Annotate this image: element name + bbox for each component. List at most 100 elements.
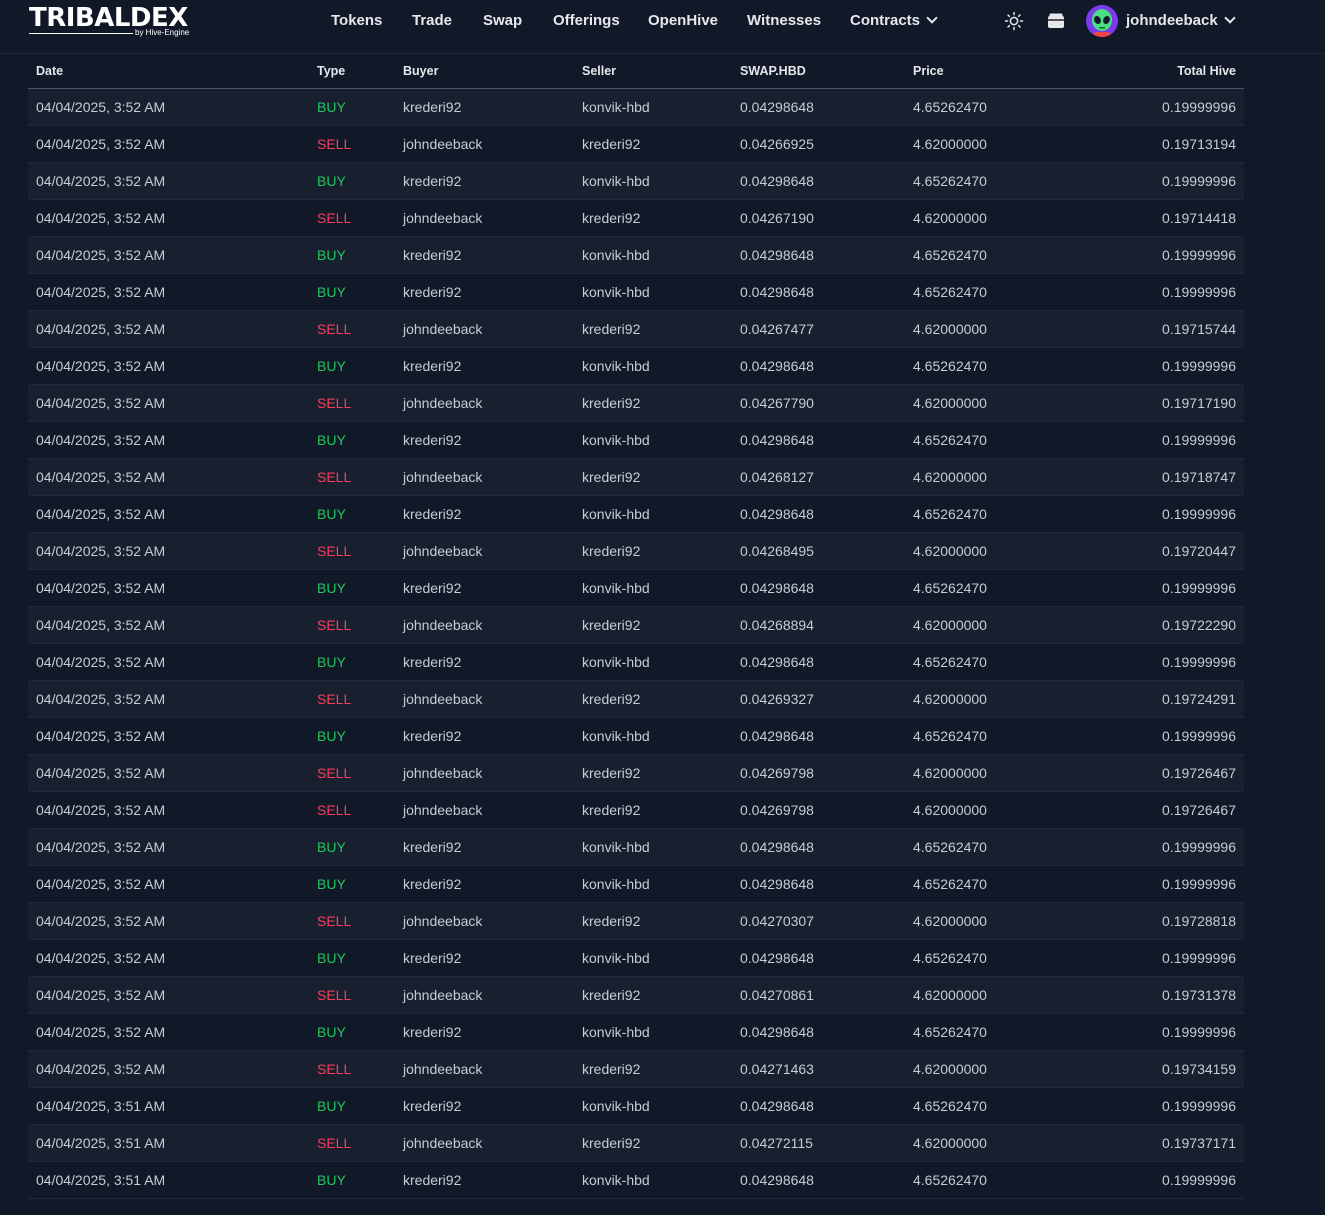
seller-cell[interactable]: konvik-hbd bbox=[574, 1013, 732, 1051]
buyer-cell[interactable]: krederi92 bbox=[395, 1013, 574, 1051]
seller-cell[interactable]: krederi92 bbox=[574, 1050, 732, 1088]
column-header-seller[interactable]: Seller bbox=[574, 54, 732, 89]
price-cell: 4.65262470 bbox=[905, 643, 1086, 681]
buyer-cell[interactable]: johndeeback bbox=[395, 606, 574, 644]
seller-cell[interactable]: krederi92 bbox=[574, 125, 732, 163]
buyer-cell[interactable]: krederi92 bbox=[395, 569, 574, 607]
table-row: 04/04/2025, 3:52 AM SELL johndeeback kreder… bbox=[28, 680, 1244, 718]
sun-icon[interactable] bbox=[1004, 11, 1024, 31]
wallet-icon[interactable] bbox=[1046, 11, 1066, 31]
total-hive-cell: 0.19999996 bbox=[1086, 88, 1244, 126]
table-row: 04/04/2025, 3:52 AM BUY krederi92 konvik-hb… bbox=[28, 88, 1244, 126]
seller-cell[interactable]: krederi92 bbox=[574, 791, 732, 829]
seller-cell[interactable]: krederi92 bbox=[574, 384, 732, 422]
buyer-cell[interactable]: krederi92 bbox=[395, 236, 574, 274]
buyer-cell[interactable]: krederi92 bbox=[395, 717, 574, 755]
nav-tokens[interactable]: Tokens bbox=[331, 12, 382, 29]
column-header-price[interactable]: Price bbox=[905, 54, 1086, 89]
price-cell: 4.62000000 bbox=[905, 1050, 1086, 1088]
tribaldex-logo[interactable]: TRIBALDEX by Hive-Engine bbox=[29, 3, 191, 39]
buyer-cell[interactable]: johndeeback bbox=[395, 976, 574, 1014]
buyer-cell[interactable]: krederi92 bbox=[395, 347, 574, 385]
seller-cell[interactable]: konvik-hbd bbox=[574, 495, 732, 533]
buyer-cell[interactable]: johndeeback bbox=[395, 199, 574, 237]
buyer-cell[interactable]: johndeeback bbox=[395, 125, 574, 163]
buyer-cell[interactable]: johndeeback bbox=[395, 902, 574, 940]
seller-cell[interactable]: konvik-hbd bbox=[574, 569, 732, 607]
buyer-cell[interactable]: johndeeback bbox=[395, 680, 574, 718]
seller-cell[interactable]: konvik-hbd bbox=[574, 865, 732, 903]
nav-openhive[interactable]: OpenHive bbox=[648, 12, 718, 29]
seller-cell[interactable]: konvik-hbd bbox=[574, 828, 732, 866]
buyer-cell[interactable]: krederi92 bbox=[395, 865, 574, 903]
buyer-cell[interactable]: krederi92 bbox=[395, 828, 574, 866]
buyer-cell[interactable]: krederi92 bbox=[395, 1161, 574, 1199]
buyer-cell[interactable]: johndeeback bbox=[395, 1050, 574, 1088]
seller-cell[interactable]: konvik-hbd bbox=[574, 1161, 732, 1199]
seller-cell[interactable]: krederi92 bbox=[574, 754, 732, 792]
buyer-cell[interactable]: johndeeback bbox=[395, 532, 574, 570]
seller-cell[interactable]: krederi92 bbox=[574, 1124, 732, 1162]
column-header-total-hive[interactable]: Total Hive bbox=[1086, 54, 1244, 89]
buyer-cell[interactable]: johndeeback bbox=[395, 754, 574, 792]
date-cell: 04/04/2025, 3:52 AM bbox=[28, 347, 309, 385]
type-cell: SELL bbox=[309, 310, 395, 348]
date-cell: 04/04/2025, 3:52 AM bbox=[28, 458, 309, 496]
date-cell: 04/04/2025, 3:51 AM bbox=[28, 1087, 309, 1125]
seller-cell[interactable]: krederi92 bbox=[574, 199, 732, 237]
buyer-cell[interactable]: johndeeback bbox=[395, 310, 574, 348]
seller-cell[interactable]: krederi92 bbox=[574, 532, 732, 570]
buyer-cell[interactable]: krederi92 bbox=[395, 421, 574, 459]
date-cell: 04/04/2025, 3:52 AM bbox=[28, 310, 309, 348]
seller-cell[interactable]: konvik-hbd bbox=[574, 273, 732, 311]
column-header-type[interactable]: Type bbox=[309, 54, 395, 89]
seller-cell[interactable]: konvik-hbd bbox=[574, 939, 732, 977]
seller-cell[interactable]: konvik-hbd bbox=[574, 421, 732, 459]
date-cell: 04/04/2025, 3:51 AM bbox=[28, 1124, 309, 1162]
seller-cell[interactable]: krederi92 bbox=[574, 310, 732, 348]
buyer-cell[interactable]: johndeeback bbox=[395, 458, 574, 496]
swap-hbd-cell: 0.04298648 bbox=[732, 1161, 905, 1199]
buyer-cell[interactable]: krederi92 bbox=[395, 643, 574, 681]
buyer-cell[interactable]: krederi92 bbox=[395, 939, 574, 977]
nav-trade[interactable]: Trade bbox=[412, 12, 452, 29]
buyer-cell[interactable]: johndeeback bbox=[395, 791, 574, 829]
seller-cell[interactable]: konvik-hbd bbox=[574, 162, 732, 200]
seller-cell[interactable]: krederi92 bbox=[574, 606, 732, 644]
buyer-cell[interactable]: johndeeback bbox=[395, 384, 574, 422]
seller-cell[interactable]: krederi92 bbox=[574, 902, 732, 940]
seller-cell[interactable]: konvik-hbd bbox=[574, 1087, 732, 1125]
alien-avatar[interactable] bbox=[1086, 5, 1118, 37]
buyer-cell[interactable]: krederi92 bbox=[395, 162, 574, 200]
nav-swap[interactable]: Swap bbox=[483, 12, 522, 29]
total-hive-cell: 0.19717190 bbox=[1086, 384, 1244, 422]
column-header-date[interactable]: Date bbox=[28, 54, 309, 89]
seller-cell[interactable]: krederi92 bbox=[574, 680, 732, 718]
seller-cell[interactable]: krederi92 bbox=[574, 458, 732, 496]
table-row: 04/04/2025, 3:52 AM BUY krederi92 konvik-hb… bbox=[28, 236, 1244, 274]
seller-cell[interactable]: konvik-hbd bbox=[574, 643, 732, 681]
swap-hbd-cell: 0.04267190 bbox=[732, 199, 905, 237]
buyer-cell[interactable]: krederi92 bbox=[395, 1087, 574, 1125]
seller-cell[interactable]: konvik-hbd bbox=[574, 236, 732, 274]
buyer-cell[interactable]: krederi92 bbox=[395, 273, 574, 311]
user-menu[interactable]: johndeeback bbox=[1126, 12, 1236, 29]
buyer-cell[interactable]: krederi92 bbox=[395, 88, 574, 126]
buyer-cell[interactable]: johndeeback bbox=[395, 1124, 574, 1162]
seller-cell[interactable]: konvik-hbd bbox=[574, 88, 732, 126]
type-cell: BUY bbox=[309, 569, 395, 607]
nav-contracts[interactable]: Contracts bbox=[850, 12, 938, 29]
price-cell: 4.62000000 bbox=[905, 125, 1086, 163]
column-header-swap-hbd[interactable]: SWAP.HBD bbox=[732, 54, 905, 89]
nav-offerings[interactable]: Offerings bbox=[553, 12, 620, 29]
nav-witnesses[interactable]: Witnesses bbox=[747, 12, 821, 29]
seller-cell[interactable]: konvik-hbd bbox=[574, 717, 732, 755]
date-cell: 04/04/2025, 3:52 AM bbox=[28, 88, 309, 126]
column-header-buyer[interactable]: Buyer bbox=[395, 54, 574, 89]
chevron-down-icon bbox=[1224, 12, 1236, 24]
seller-cell[interactable]: konvik-hbd bbox=[574, 347, 732, 385]
table-row: 04/04/2025, 3:52 AM BUY krederi92 konvik-hb… bbox=[28, 569, 1244, 607]
price-cell: 4.65262470 bbox=[905, 569, 1086, 607]
seller-cell[interactable]: krederi92 bbox=[574, 976, 732, 1014]
buyer-cell[interactable]: krederi92 bbox=[395, 495, 574, 533]
